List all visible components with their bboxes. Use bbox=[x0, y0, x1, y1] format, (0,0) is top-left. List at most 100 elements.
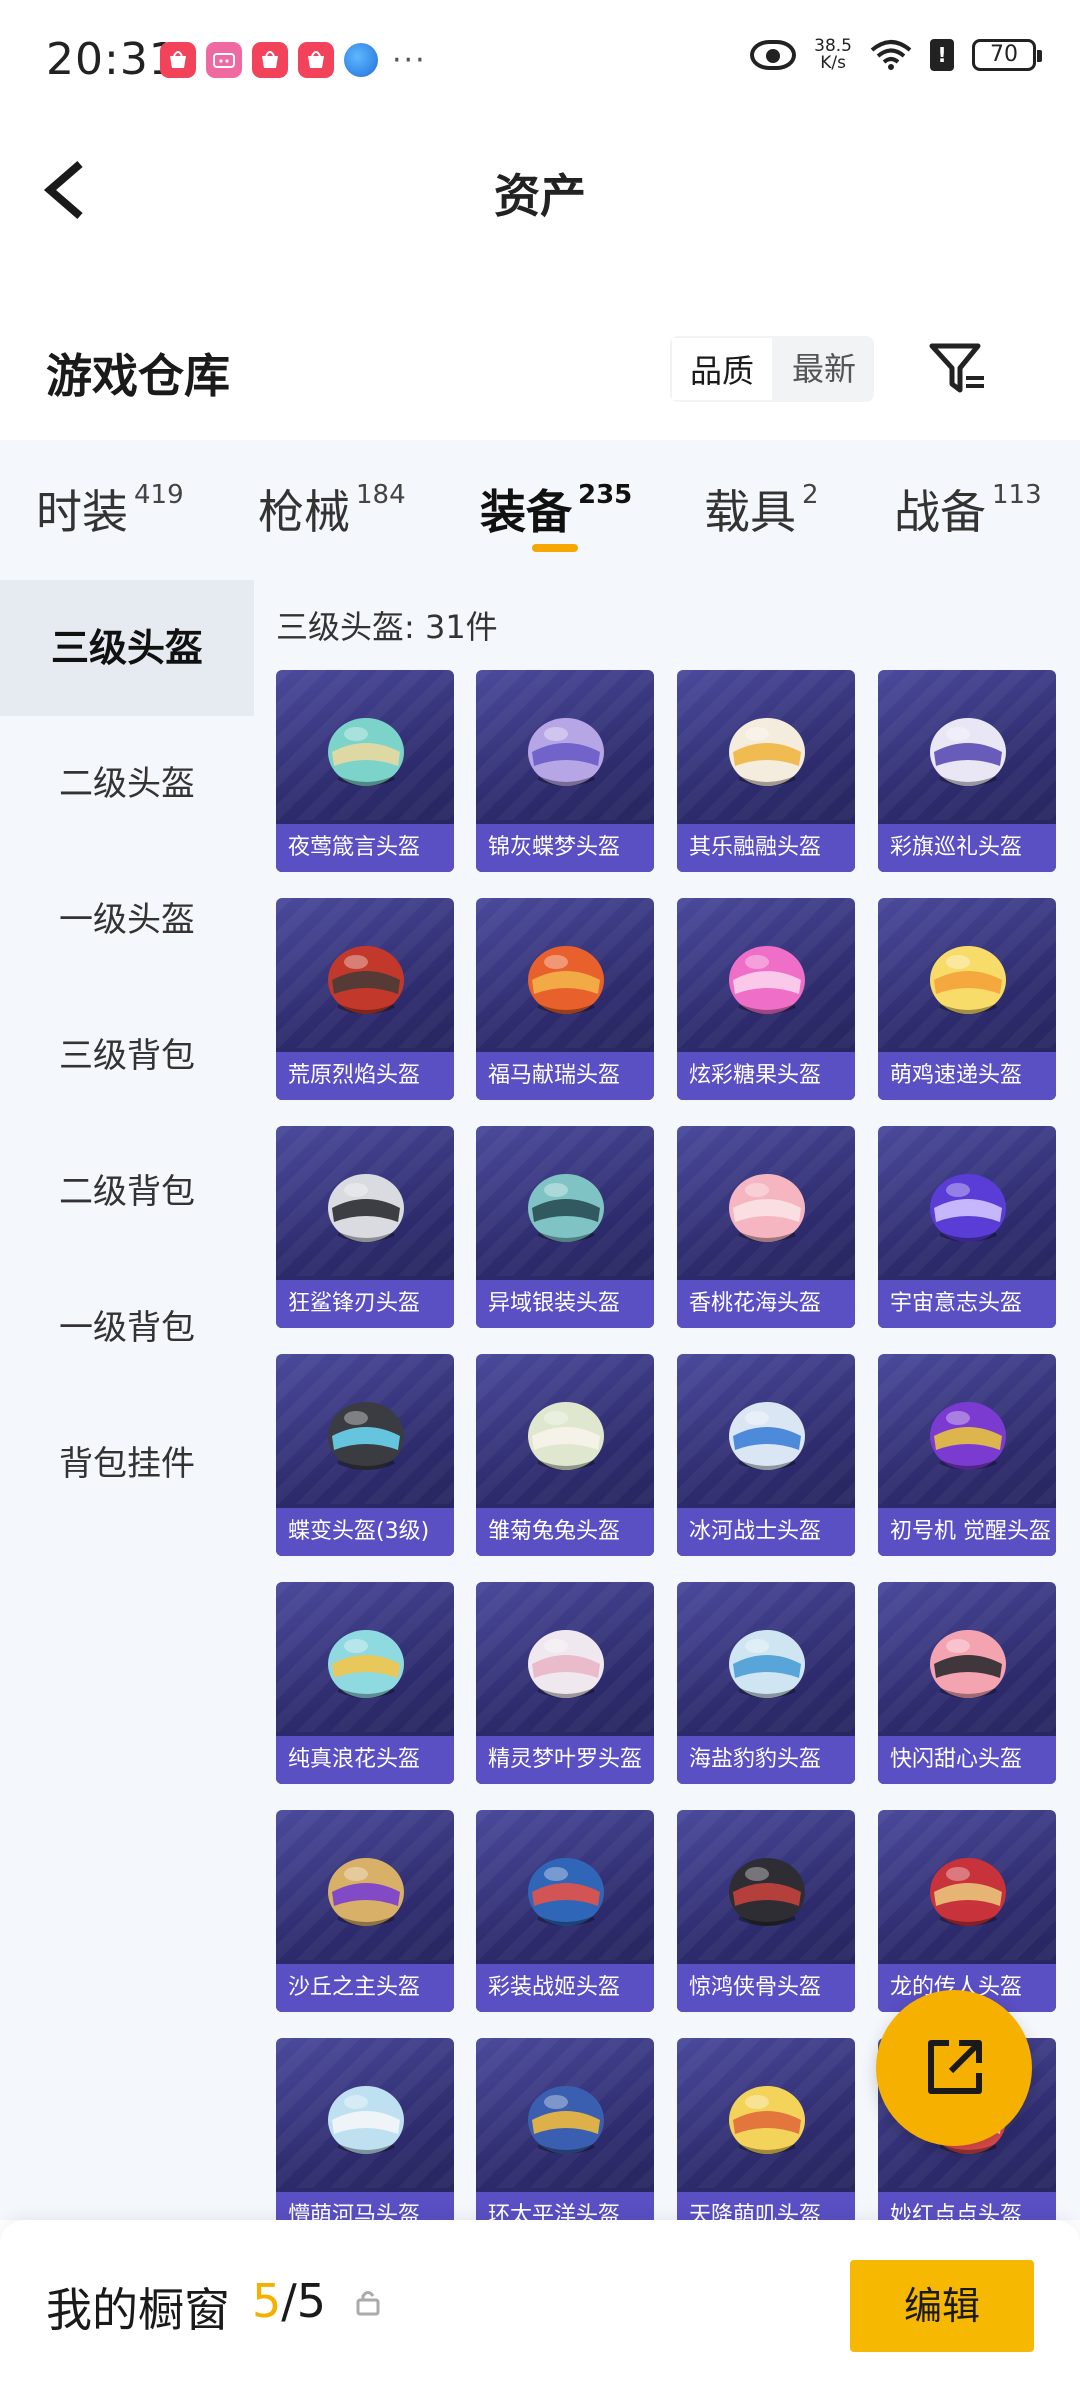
helmet-icon bbox=[528, 2086, 604, 2154]
item-name: 其乐融融头盔 bbox=[677, 824, 855, 872]
sidebar-item-level3-helmet[interactable]: 三级头盔 bbox=[0, 580, 254, 716]
item-grid-panel: 三级头盔: 31件 夜莺箴言头盔 锦灰蝶梦头盔 其乐融融头盔 彩旗巡礼头盔荒原烈焰头盔… bbox=[254, 580, 1080, 2220]
item-card[interactable]: 雏菊兔兔头盔 bbox=[476, 1354, 654, 1556]
tab-supplies[interactable]: 战备 113 bbox=[894, 476, 1042, 542]
alert-icon: ! bbox=[930, 39, 954, 71]
item-card[interactable]: 沙丘之主头盔 bbox=[276, 1810, 454, 2012]
item-name: 夜莺箴言头盔 bbox=[276, 824, 454, 872]
item-card[interactable]: 福马献瑞头盔 bbox=[476, 898, 654, 1100]
item-card[interactable]: 蝶变头盔(3级) bbox=[276, 1354, 454, 1556]
tab-vehicles[interactable]: 载具 2 bbox=[704, 476, 819, 542]
helmet-icon bbox=[528, 946, 604, 1014]
item-name: 彩旗巡礼头盔 bbox=[878, 824, 1056, 872]
sidebar-item-backpack-charm[interactable]: 背包挂件 bbox=[0, 1396, 254, 1532]
share-icon bbox=[928, 2040, 982, 2094]
item-card[interactable]: 环太平洋头盔 bbox=[476, 2038, 654, 2220]
item-card[interactable]: 初号机 觉醒头盔 bbox=[878, 1354, 1056, 1556]
item-card[interactable]: 冰河战士头盔 bbox=[677, 1354, 855, 1556]
item-card[interactable]: 海盐豹豹头盔 bbox=[677, 1582, 855, 1784]
helmet-icon bbox=[328, 1630, 404, 1698]
helmet-icon bbox=[328, 2086, 404, 2154]
item-name: 懵萌河马头盔 bbox=[276, 2192, 454, 2220]
sort-latest-button[interactable]: 最新 bbox=[774, 336, 874, 402]
item-name: 异域银装头盔 bbox=[476, 1280, 654, 1328]
showcase-title: 我的橱窗 bbox=[46, 2283, 230, 2337]
sidebar-item-level1-helmet[interactable]: 一级头盔 bbox=[0, 852, 254, 988]
item-name: 荒原烈焰头盔 bbox=[276, 1052, 454, 1100]
item-card[interactable]: 天降萌叽头盔 bbox=[677, 2038, 855, 2220]
share-button[interactable] bbox=[876, 1990, 1032, 2146]
item-name: 锦灰蝶梦头盔 bbox=[476, 824, 654, 872]
edit-button[interactable]: 编辑 bbox=[850, 2260, 1034, 2352]
helmet-icon bbox=[328, 718, 404, 786]
item-name: 海盐豹豹头盔 bbox=[677, 1736, 855, 1784]
item-card[interactable]: 纯真浪花头盔 bbox=[276, 1582, 454, 1784]
helmet-icon bbox=[328, 1174, 404, 1242]
item-name: 惊鸿侠骨头盔 bbox=[677, 1964, 855, 2012]
item-name: 沙丘之主头盔 bbox=[276, 1964, 454, 2012]
item-name: 妙红点点头盔 bbox=[878, 2192, 1056, 2220]
filter-icon[interactable] bbox=[928, 338, 988, 398]
helmet-icon bbox=[528, 1174, 604, 1242]
item-card[interactable]: 锦灰蝶梦头盔 bbox=[476, 670, 654, 872]
eye-icon bbox=[750, 40, 797, 70]
item-card[interactable]: 炫彩糖果头盔 bbox=[677, 898, 855, 1100]
item-card[interactable]: 夜莺箴言头盔 bbox=[276, 670, 454, 872]
helmet-icon bbox=[729, 2086, 805, 2154]
helmet-icon bbox=[328, 1858, 404, 1926]
item-card[interactable]: 彩装战姬头盔 bbox=[476, 1810, 654, 2012]
showcase-bar: 我的橱窗 5/5 编辑 bbox=[0, 2220, 1080, 2382]
helmet-icon bbox=[930, 946, 1006, 1014]
helmet-icon bbox=[528, 718, 604, 786]
shop-icon bbox=[252, 42, 288, 78]
item-card[interactable]: 懵萌河马头盔 bbox=[276, 2038, 454, 2220]
helmet-icon bbox=[930, 1630, 1006, 1698]
helmet-icon bbox=[930, 1858, 1006, 1926]
section-header: 游戏仓库 品质 最新 bbox=[0, 300, 1080, 440]
item-name: 雏菊兔兔头盔 bbox=[476, 1508, 654, 1556]
sidebar-item-level2-backpack[interactable]: 二级背包 bbox=[0, 1124, 254, 1260]
item-name: 冰河战士头盔 bbox=[677, 1508, 855, 1556]
helmet-icon bbox=[930, 718, 1006, 786]
item-card[interactable]: 狂鲨锋刃头盔 bbox=[276, 1126, 454, 1328]
item-card[interactable]: 彩旗巡礼头盔 bbox=[878, 670, 1056, 872]
item-card[interactable]: 惊鸿侠骨头盔 bbox=[677, 1810, 855, 2012]
helmet-icon bbox=[729, 1174, 805, 1242]
helmet-icon bbox=[729, 946, 805, 1014]
tab-weapons[interactable]: 枪械 184 bbox=[258, 476, 406, 542]
item-card[interactable]: 龙的传人头盔 bbox=[878, 1810, 1056, 2012]
item-name: 初号机 觉醒头盔 bbox=[878, 1508, 1056, 1556]
sidebar-item-level3-backpack[interactable]: 三级背包 bbox=[0, 988, 254, 1124]
item-name: 萌鸡速递头盔 bbox=[878, 1052, 1056, 1100]
item-count-label: 三级头盔: 31件 bbox=[276, 608, 498, 646]
sort-quality-button[interactable]: 品质 bbox=[670, 336, 775, 402]
item-name: 彩装战姬头盔 bbox=[476, 1964, 654, 2012]
item-card[interactable]: 荒原烈焰头盔 bbox=[276, 898, 454, 1100]
sidebar-item-level1-backpack[interactable]: 一级背包 bbox=[0, 1260, 254, 1396]
tab-equipment[interactable]: 装备 235 bbox=[480, 476, 632, 542]
showcase-count: 5/5 bbox=[252, 2274, 327, 2328]
item-name: 宇宙意志头盔 bbox=[878, 1280, 1056, 1328]
item-card[interactable]: 宇宙意志头盔 bbox=[878, 1126, 1056, 1328]
item-card[interactable]: 萌鸡速递头盔 bbox=[878, 898, 1056, 1100]
item-card[interactable]: 快闪甜心头盔 bbox=[878, 1582, 1056, 1784]
tab-fashion[interactable]: 时装 419 bbox=[36, 476, 184, 542]
category-tabs: 时装 419 枪械 184 装备 235 载具 2 战备 113 bbox=[0, 440, 1080, 580]
item-name: 香桃花海头盔 bbox=[677, 1280, 855, 1328]
wifi-icon bbox=[870, 40, 912, 70]
item-card[interactable]: 精灵梦叶罗头盔 bbox=[476, 1582, 654, 1784]
item-name: 环太平洋头盔 bbox=[476, 2192, 654, 2220]
status-time: 20:31 bbox=[46, 34, 178, 85]
item-card[interactable]: 其乐融融头盔 bbox=[677, 670, 855, 872]
helmet-icon bbox=[528, 1630, 604, 1698]
browser-icon bbox=[344, 43, 378, 77]
status-indicators: 38.5 K/s ! 70 bbox=[750, 38, 1042, 72]
sidebar-item-level2-helmet[interactable]: 二级头盔 bbox=[0, 716, 254, 852]
helmet-icon bbox=[328, 1402, 404, 1470]
item-name: 蝶变头盔(3级) bbox=[276, 1508, 454, 1556]
helmet-icon bbox=[328, 946, 404, 1014]
content-area: 三级头盔 二级头盔 一级头盔 三级背包 二级背包 一级背包 背包挂件 三级头盔:… bbox=[0, 580, 1080, 2220]
more-notifications-icon: ··· bbox=[392, 42, 427, 78]
item-card[interactable]: 异域银装头盔 bbox=[476, 1126, 654, 1328]
item-card[interactable]: 香桃花海头盔 bbox=[677, 1126, 855, 1328]
